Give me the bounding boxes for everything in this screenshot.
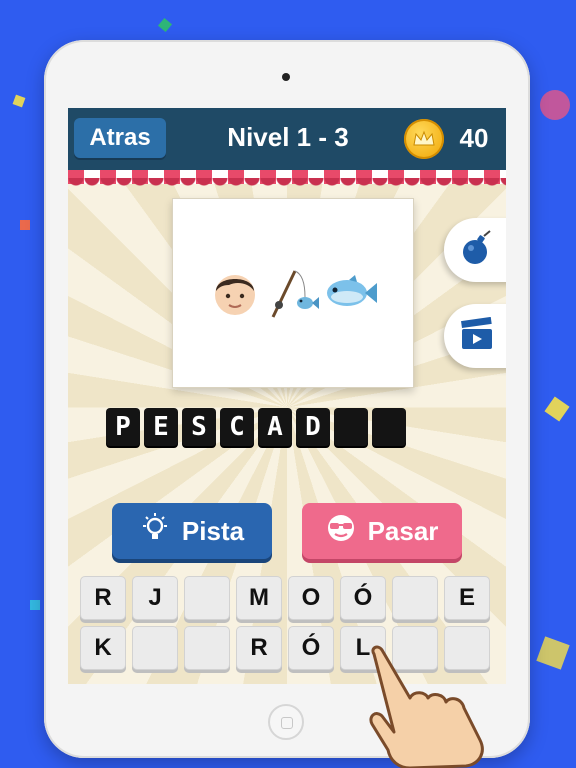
- confetti-piece: [20, 220, 30, 230]
- letter-key-empty: [132, 626, 178, 670]
- bomb-button[interactable]: [444, 218, 506, 282]
- answer-tile[interactable]: E: [144, 408, 178, 446]
- letter-key[interactable]: R: [236, 626, 282, 670]
- answer-tile-empty[interactable]: [372, 408, 406, 446]
- hint-button[interactable]: Pista: [112, 503, 272, 559]
- confetti-piece: [157, 17, 173, 33]
- tablet-home-button[interactable]: [268, 704, 304, 740]
- level-title: Nivel 1 - 3: [227, 122, 349, 152]
- letter-key-empty: [184, 626, 230, 670]
- letter-key[interactable]: E: [444, 576, 490, 620]
- hint-label: Pista: [181, 515, 245, 546]
- letter-key[interactable]: K: [80, 626, 126, 670]
- tablet-camera: [282, 73, 290, 81]
- letter-key-empty: [392, 576, 438, 620]
- fish-emoji: [323, 265, 379, 321]
- letter-key[interactable]: M: [236, 576, 282, 620]
- crown-coin-icon: [404, 119, 444, 159]
- skip-label: Pasar: [367, 515, 439, 546]
- confetti-piece: [30, 600, 40, 610]
- sunglasses-face-icon: [326, 513, 356, 550]
- letter-key-empty: [184, 576, 230, 620]
- awning-scallop: [68, 178, 506, 188]
- lightbulb-icon: [140, 512, 170, 551]
- game-screen: Atras Nivel 1 - 3 40 P E S C A D Pista P…: [68, 108, 506, 684]
- confetti-piece: [536, 636, 570, 670]
- confetti-piece: [544, 396, 570, 422]
- bomb-icon: [460, 230, 494, 270]
- skip-button[interactable]: Pasar: [302, 503, 462, 559]
- letter-key[interactable]: O: [288, 576, 334, 620]
- answer-tile[interactable]: P: [106, 408, 140, 446]
- top-bar: Atras Nivel 1 - 3 40: [68, 108, 506, 170]
- answer-tile[interactable]: A: [258, 408, 292, 446]
- answer-slots: P E S C A D: [106, 408, 406, 446]
- boy-emoji: [207, 265, 263, 321]
- answer-tile[interactable]: C: [220, 408, 254, 446]
- clapperboard-icon: [460, 316, 494, 355]
- clapperboard-button[interactable]: [444, 304, 506, 368]
- letter-key[interactable]: Ó: [340, 576, 386, 620]
- confetti-piece: [12, 94, 26, 108]
- letter-key[interactable]: Ó: [288, 626, 334, 670]
- pointing-hand-icon: [350, 640, 500, 768]
- answer-tile-empty[interactable]: [334, 408, 368, 446]
- letter-key[interactable]: J: [132, 576, 178, 620]
- back-button[interactable]: Atras: [74, 118, 166, 158]
- emoji-puzzle-card: [172, 198, 414, 388]
- fishing-pole-emoji: [265, 265, 321, 321]
- letter-key[interactable]: R: [80, 576, 126, 620]
- answer-tile[interactable]: D: [296, 408, 330, 446]
- confetti-piece: [540, 90, 570, 120]
- answer-tile[interactable]: S: [182, 408, 216, 446]
- coin-count: 40: [459, 123, 489, 153]
